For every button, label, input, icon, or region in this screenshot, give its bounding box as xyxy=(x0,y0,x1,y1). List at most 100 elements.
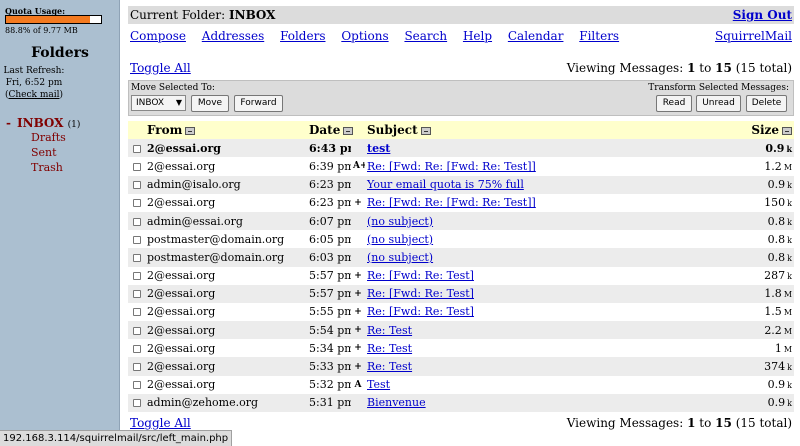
menu-filters[interactable]: Filters xyxy=(579,29,619,43)
folders-title: Folders xyxy=(31,45,89,61)
message-subject-link[interactable]: Re: [Fwd: Re: Test] xyxy=(367,305,474,318)
message-subject-link[interactable]: test xyxy=(367,142,390,155)
message-subject-link[interactable]: Re: [Fwd: Re: Test] xyxy=(367,269,474,282)
quota-bar-fill xyxy=(6,16,91,23)
message-checkbox[interactable] xyxy=(133,326,141,335)
current-folder-name: INBOX xyxy=(228,8,276,22)
viewing-prefix: Viewing Messages: xyxy=(566,416,684,430)
message-checkbox[interactable] xyxy=(133,308,141,317)
message-checkbox[interactable] xyxy=(133,217,141,226)
folder-item-trash[interactable]: Trash xyxy=(6,160,80,175)
sort-icon[interactable] xyxy=(420,126,431,135)
toggle-all-link-bottom[interactable]: Toggle All xyxy=(130,416,191,430)
column-from[interactable]: From xyxy=(145,121,307,139)
message-size-unit: k xyxy=(787,217,793,227)
check-mail-label[interactable]: Check mail xyxy=(8,90,59,100)
message-from: 2@essai.org xyxy=(147,269,216,283)
menu-options[interactable]: Options xyxy=(341,29,388,43)
message-checkbox[interactable] xyxy=(133,162,141,171)
column-subject-label[interactable]: Subject xyxy=(367,123,418,137)
message-row[interactable]: postmaster@domain.org 6:05 pm (no subject)… xyxy=(128,230,795,249)
menu-calendar[interactable]: Calendar xyxy=(508,29,564,43)
viewing-total: (15 total) xyxy=(735,416,792,430)
check-mail-link[interactable]: (Check mail) xyxy=(0,90,68,100)
column-size[interactable]: Size xyxy=(710,121,794,139)
message-from: 2@essai.org xyxy=(147,287,216,301)
sort-icon[interactable] xyxy=(185,126,196,135)
delete-button[interactable]: Delete xyxy=(746,95,787,112)
message-size: 0.8 xyxy=(767,232,786,246)
message-row[interactable]: 2@essai.org 5:32 pm A Test 0.9 k xyxy=(128,375,795,394)
message-date: 6:23 pm xyxy=(309,196,351,210)
browser-status-bar: 192.168.3.114/squirrelmail/src/left_main… xyxy=(0,430,233,446)
column-subject[interactable]: Subject xyxy=(365,121,710,139)
message-row[interactable]: 2@essai.org 5:33 pm + Re: Test 374 k xyxy=(128,357,795,376)
message-checkbox[interactable] xyxy=(133,399,141,408)
message-row[interactable]: 2@essai.org 5:54 pm + Re: Test 2.2 M xyxy=(128,321,795,340)
message-subject-link[interactable]: Test xyxy=(367,378,390,391)
message-checkbox[interactable] xyxy=(133,344,141,353)
sign-out-link[interactable]: Sign Out xyxy=(733,8,792,22)
message-row[interactable]: 2@essai.org 6:23 pm + Re: [Fwd: Re: [Fwd: R… xyxy=(128,193,795,212)
message-subject-link[interactable]: (no subject) xyxy=(367,233,433,246)
message-subject-link[interactable]: Bienvenue xyxy=(367,396,426,409)
menu-search[interactable]: Search xyxy=(404,29,447,43)
message-checkbox[interactable] xyxy=(133,272,141,281)
message-subject-link[interactable]: Your email quota is 75% full xyxy=(367,178,524,191)
column-size-label[interactable]: Size xyxy=(751,123,779,137)
message-row[interactable]: 2@essai.org 5:34 pm + Re: Test 1 M xyxy=(128,339,795,358)
message-subject-link[interactable]: Re: [Fwd: Re: [Fwd: Re: Test]] xyxy=(367,196,536,209)
folder-inbox-unread-count: (1) xyxy=(67,120,81,130)
message-row[interactable]: admin@essai.org 6:07 pm (no subject) 0.8 k xyxy=(128,211,795,231)
message-row[interactable]: postmaster@domain.org 6:03 pm (no subject)… xyxy=(128,248,795,267)
toggle-all-link-top[interactable]: Toggle All xyxy=(130,61,191,75)
folder-item-drafts[interactable]: Drafts xyxy=(6,130,80,145)
column-date[interactable]: Date xyxy=(307,121,365,139)
column-date-label[interactable]: Date xyxy=(309,123,340,137)
message-flag xyxy=(351,248,365,266)
message-from: admin@isalo.org xyxy=(147,178,241,192)
folder-inbox-label[interactable]: INBOX xyxy=(17,116,64,130)
message-checkbox[interactable] xyxy=(133,381,141,390)
menu-addresses[interactable]: Addresses xyxy=(202,29,264,43)
message-subject-link[interactable]: Re: Test xyxy=(367,342,412,355)
mark-read-button[interactable]: Read xyxy=(656,95,692,112)
message-row[interactable]: 2@essai.org 5:55 pm + Re: [Fwd: Re: Test] 1.… xyxy=(128,302,795,322)
message-table-header: From Date Subject Size xyxy=(128,121,795,140)
sort-icon[interactable] xyxy=(343,126,354,135)
message-size-unit: k xyxy=(787,399,793,409)
message-row[interactable]: 2@essai.org 5:57 pm + Re: [Fwd: Re: Test] 28… xyxy=(128,266,795,285)
message-subject-link[interactable]: Re: [Fwd: Re: Test] xyxy=(367,287,474,300)
message-row[interactable]: 2@essai.org 6:39 pm A+ Re: [Fwd: Re: [Fwd: … xyxy=(128,157,795,176)
message-subject-link[interactable]: (no subject) xyxy=(367,251,433,264)
menu-folders[interactable]: Folders xyxy=(280,29,325,43)
move-folder-select[interactable]: INBOX ▼ xyxy=(131,95,186,111)
message-row[interactable]: 2@essai.org 6:43 pm test 0.9k xyxy=(128,139,795,158)
message-subject-link[interactable]: Re: Test xyxy=(367,324,412,337)
message-checkbox[interactable] xyxy=(133,235,141,244)
message-checkbox[interactable] xyxy=(133,290,141,299)
move-button[interactable]: Move xyxy=(191,95,229,112)
message-checkbox[interactable] xyxy=(133,253,141,262)
message-checkbox[interactable] xyxy=(133,144,141,153)
message-row[interactable]: admin@isalo.org 6:23 pm Your email quota i… xyxy=(128,175,795,194)
sort-icon[interactable] xyxy=(782,126,793,135)
folder-item-inbox[interactable]: - INBOX (1) xyxy=(6,116,80,130)
message-subject-link[interactable]: Re: [Fwd: Re: [Fwd: Re: Test]] xyxy=(367,160,536,173)
menu-help[interactable]: Help xyxy=(463,29,492,43)
message-row[interactable]: admin@zehome.org 5:31 pm Bienvenue 0.9 k xyxy=(128,393,795,412)
squirrelmail-link[interactable]: SquirrelMail xyxy=(715,29,792,43)
forward-button[interactable]: Forward xyxy=(234,95,283,112)
message-subject-link[interactable]: Re: Test xyxy=(367,360,412,373)
folder-item-sent[interactable]: Sent xyxy=(6,145,80,160)
message-size: 0.9 xyxy=(767,378,786,392)
message-subject-link[interactable]: (no subject) xyxy=(367,215,433,228)
column-from-label[interactable]: From xyxy=(147,123,182,137)
mark-unread-button[interactable]: Unread xyxy=(696,95,741,112)
menu-compose[interactable]: Compose xyxy=(130,29,186,43)
message-checkbox[interactable] xyxy=(133,199,141,208)
message-row[interactable]: 2@essai.org 5:57 pm + Re: [Fwd: Re: Test] 1.… xyxy=(128,284,795,303)
message-checkbox[interactable] xyxy=(133,363,141,372)
message-size-unit: k xyxy=(787,381,793,391)
message-checkbox[interactable] xyxy=(133,181,141,190)
